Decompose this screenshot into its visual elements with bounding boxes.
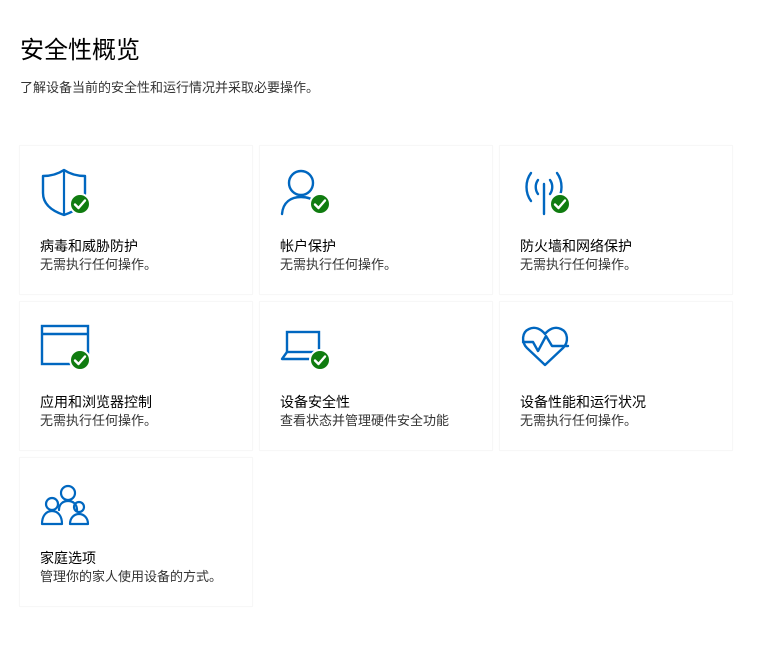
- tile-family-options[interactable]: 家庭选项 管理你的家人使用设备的方式。: [20, 458, 252, 606]
- tile-app-browser-control[interactable]: 应用和浏览器控制 无需执行任何操作。: [20, 302, 252, 450]
- tile-title: 设备性能和运行状况: [520, 395, 646, 411]
- heart-pulse-icon: [520, 322, 576, 374]
- laptop-icon: [280, 322, 336, 374]
- check-badge-icon: [69, 193, 91, 215]
- tile-firewall-network-protection[interactable]: 防火墙和网络保护 无需执行任何操作。: [500, 146, 732, 294]
- person-icon: [280, 166, 336, 218]
- tile-status: 无需执行任何操作。: [520, 258, 638, 273]
- browser-window-icon: [40, 322, 96, 374]
- tile-title: 防火墙和网络保护: [520, 239, 632, 255]
- check-badge-icon: [309, 349, 331, 371]
- antenna-icon: [520, 166, 576, 218]
- shield-icon: [40, 166, 96, 218]
- tile-status: 无需执行任何操作。: [280, 258, 398, 273]
- tile-account-protection[interactable]: 帐户保护 无需执行任何操作。: [260, 146, 492, 294]
- tile-status: 无需执行任何操作。: [40, 258, 158, 273]
- check-badge-icon: [309, 193, 331, 215]
- check-badge-icon: [549, 193, 571, 215]
- tile-status: 查看状态并管理硬件安全功能: [280, 414, 450, 429]
- check-badge-icon: [69, 349, 91, 371]
- tile-status: 管理你的家人使用设备的方式。: [40, 570, 223, 585]
- family-icon: [40, 478, 96, 530]
- security-overview-page: 安全性概览 了解设备当前的安全性和运行情况并采取必要操作。 病毒和威胁防护 无需…: [0, 0, 782, 646]
- tile-title: 病毒和威胁防护: [40, 239, 138, 255]
- tile-status: 无需执行任何操作。: [520, 414, 638, 429]
- tile-title: 帐户保护: [280, 239, 336, 255]
- tile-status: 无需执行任何操作。: [40, 414, 158, 429]
- tile-title: 应用和浏览器控制: [40, 395, 152, 411]
- tile-title: 设备安全性: [280, 395, 350, 411]
- tile-virus-threat-protection[interactable]: 病毒和威胁防护 无需执行任何操作。: [20, 146, 252, 294]
- page-description: 了解设备当前的安全性和运行情况并采取必要操作。: [20, 81, 320, 96]
- tile-device-performance-health[interactable]: 设备性能和运行状况 无需执行任何操作。: [500, 302, 732, 450]
- tile-title: 家庭选项: [40, 551, 96, 567]
- tile-device-security[interactable]: 设备安全性 查看状态并管理硬件安全功能: [260, 302, 492, 450]
- page-title: 安全性概览: [20, 36, 140, 64]
